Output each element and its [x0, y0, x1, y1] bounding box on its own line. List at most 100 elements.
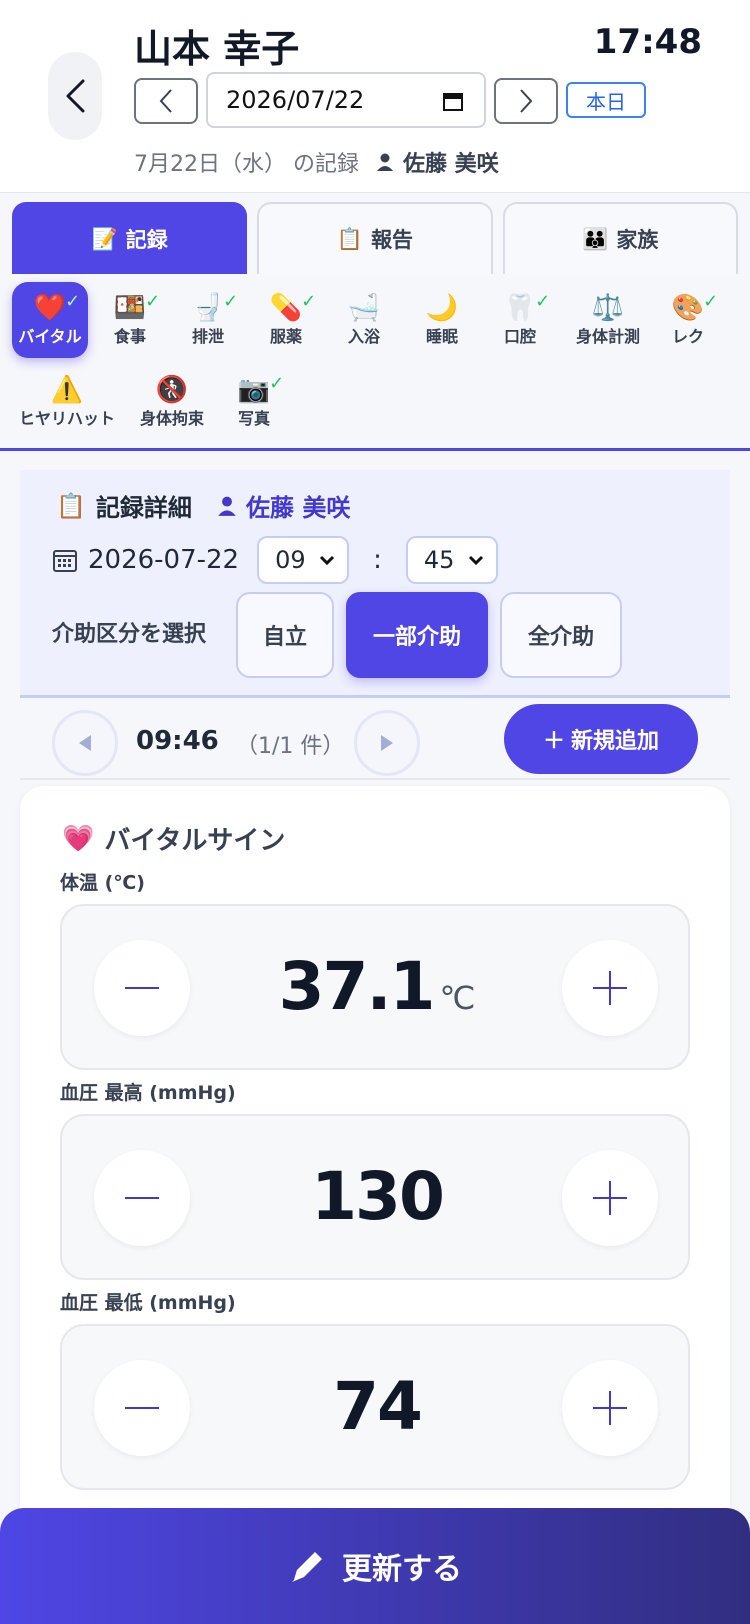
palette-icon: 🎨 ✓: [671, 291, 719, 323]
clipboard-icon: 📋: [336, 226, 364, 251]
camera-icon: 📷 ✓: [237, 373, 285, 405]
date-input-value: 2026/07/22: [226, 86, 365, 114]
update-button[interactable]: 更新する: [0, 1508, 750, 1624]
assist-independent-button[interactable]: 自立: [236, 592, 334, 678]
category-medication[interactable]: 💊 ✓ 服薬: [248, 282, 324, 358]
plus-icon: [593, 1391, 627, 1425]
hour-select[interactable]: 09: [257, 536, 350, 584]
category-recreation[interactable]: 🎨 ✓ レク: [650, 282, 726, 358]
tab-family[interactable]: 👪 家族: [502, 202, 738, 274]
bento-icon: 🍱 ✓: [113, 291, 161, 323]
category-label: 口腔: [503, 327, 536, 346]
category-label: 排泄: [191, 327, 224, 346]
update-label: 更新する: [342, 1552, 462, 1587]
category-vital[interactable]: ❤️ ✓ バイタル: [12, 282, 88, 358]
entry-time: 09:46: [136, 726, 219, 756]
staff-inline: 佐藤 美咲: [375, 146, 499, 178]
pill-icon: 💊 ✓: [269, 291, 317, 323]
main-tabs: 📝 記録 📋 報告 👪 家族: [12, 202, 738, 274]
assist-full-button[interactable]: 全介助: [500, 592, 622, 678]
bp-high-label: 血圧 最高 (mmHg): [60, 1082, 236, 1104]
add-new-button[interactable]: ＋ 新規追加: [504, 704, 698, 774]
header: 山本 幸子 17:48 2026/07/22 本日 7月22日（水） の記録 佐…: [0, 0, 750, 193]
chevron-down-icon: [320, 555, 335, 565]
unit-label: ℃: [439, 979, 476, 1017]
bp-high-stepper: 130: [60, 1114, 690, 1280]
category-photo[interactable]: 📷 ✓ 写真: [216, 364, 292, 440]
time-colon: :: [373, 545, 382, 575]
category-label: バイタル: [18, 327, 82, 346]
plus-icon: ＋: [542, 729, 565, 754]
date-input[interactable]: 2026/07/22: [206, 72, 486, 128]
bp-low-stepper: 74: [60, 1324, 690, 1490]
record-info: 7月22日（水） の記録 佐藤 美咲: [134, 146, 499, 178]
datetime-row: 2026-07-22 09 : 45: [52, 536, 498, 584]
category-near-miss[interactable]: ⚠️ ヒヤリハット: [12, 364, 122, 440]
triangle-right-icon: [381, 735, 393, 751]
calendar-icon: [53, 550, 77, 572]
memo-icon: 📝: [91, 226, 118, 251]
clock: 17:48: [593, 22, 702, 62]
pencil-icon: [292, 1552, 322, 1582]
vital-title-text: バイタルサイン: [104, 826, 286, 856]
bp-low-label: 血圧 最低 (mmHg): [60, 1292, 236, 1314]
chevron-right-icon: [520, 89, 533, 113]
category-sleep[interactable]: 🌙 睡眠: [404, 282, 480, 358]
tab-label: 報告: [371, 228, 414, 252]
entry-count: （1/1 件）: [236, 734, 345, 759]
heart-icon: ❤️ ✓: [33, 291, 81, 323]
category-oral[interactable]: 🦷 ✓ 口腔: [482, 282, 558, 358]
category-label: 入浴: [347, 327, 380, 346]
next-day-button[interactable]: [494, 78, 558, 124]
next-entry-button[interactable]: [354, 710, 420, 776]
category-meal[interactable]: 🍱 ✓ 食事: [92, 282, 168, 358]
record-date-text: 7月22日（水） の記録: [134, 152, 359, 177]
scale-icon: ⚖️: [591, 293, 625, 323]
person-icon: [218, 496, 236, 516]
tab-report[interactable]: 📋 報告: [257, 202, 493, 274]
staff-name: 佐藤 美咲: [403, 152, 499, 177]
entry-navigation: 09:46 （1/1 件） ＋ 新規追加: [20, 704, 730, 780]
increment-button[interactable]: [562, 1150, 658, 1246]
detail-staff-name: 佐藤 美咲: [246, 494, 351, 522]
tab-record[interactable]: 📝 記録: [12, 202, 248, 274]
tooth-icon: 🦷 ✓: [503, 291, 551, 323]
tab-label: 家族: [616, 228, 659, 252]
moon-icon: 🌙: [425, 293, 459, 323]
vital-title: 💗 バイタルサイン: [62, 820, 285, 857]
chevron-left-icon: [66, 79, 85, 113]
minute-value: 45: [423, 546, 455, 574]
assist-partial-button[interactable]: 一部介助: [346, 592, 488, 678]
category-restraint[interactable]: 🚷 身体拘束: [124, 364, 220, 440]
increment-button[interactable]: [562, 940, 658, 1036]
detail-staff: 佐藤 美咲: [216, 488, 350, 523]
category-label: 身体拘束: [139, 409, 204, 428]
prev-day-button[interactable]: [134, 78, 198, 124]
chevron-down-icon: [468, 555, 483, 565]
section-divider: [0, 448, 750, 451]
bathtub-icon: 🛁: [347, 293, 381, 323]
category-body-measure[interactable]: ⚖️ 身体計測: [560, 282, 656, 358]
category-label: 食事: [113, 327, 146, 346]
plus-icon: [593, 971, 627, 1005]
calendar-icon[interactable]: [442, 90, 464, 112]
increment-button[interactable]: [562, 1360, 658, 1456]
back-button[interactable]: [48, 52, 102, 140]
patient-name: 山本 幸子: [134, 27, 300, 71]
hour-value: 09: [275, 546, 306, 574]
today-button[interactable]: 本日: [566, 82, 646, 118]
temperature-label: 体温 (℃): [60, 872, 145, 894]
category-label: ヒヤリハット: [18, 409, 115, 428]
record-detail-panel: 📋 記録詳細 佐藤 美咲 2026-07-22 09 : 45 介助区分を選択 …: [20, 470, 730, 698]
category-excretion[interactable]: 🚽 ✓ 排泄: [170, 282, 246, 358]
category-bath[interactable]: 🛁 入浴: [326, 282, 402, 358]
prev-entry-button[interactable]: [52, 710, 118, 776]
warning-icon: ⚠️: [50, 375, 84, 405]
minute-select[interactable]: 45: [405, 536, 498, 584]
detail-date: 2026-07-22: [88, 545, 240, 575]
person-icon: [377, 153, 393, 171]
detail-title: 📋 記録詳細: [56, 488, 192, 523]
chevron-left-icon: [159, 89, 172, 113]
category-label: 写真: [237, 409, 270, 428]
family-icon: 👪: [582, 226, 609, 251]
